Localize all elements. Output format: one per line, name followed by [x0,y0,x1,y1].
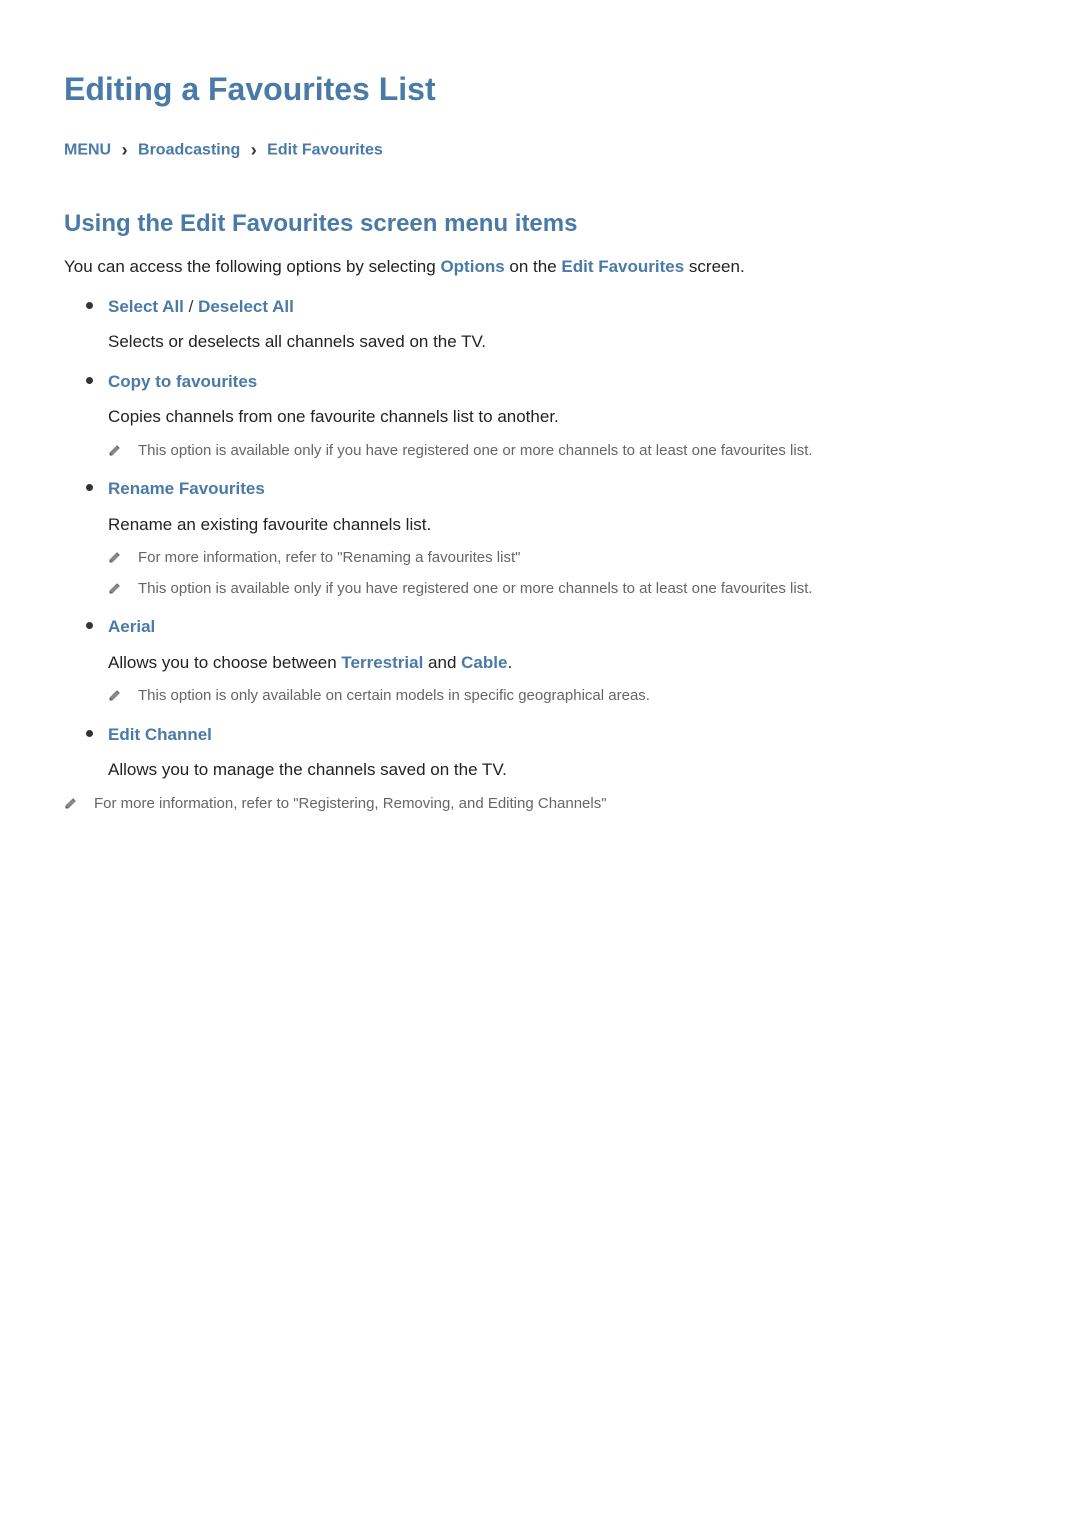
pencil-icon [108,549,122,565]
note-text: For more information, refer to "Register… [94,793,607,816]
chevron-right-icon: › [251,140,257,160]
option-description: Allows you to manage the channels saved … [108,757,1016,783]
note-text: This option is available only if you hav… [138,578,813,601]
note-row: For more information, refer to "Renaming… [108,547,1016,570]
option-description: Selects or deselects all channels saved … [108,329,1016,355]
options-highlight: Options [440,257,504,276]
note-text: For more information, refer to "Renaming… [138,547,520,570]
option-rename-favourites: Rename Favourites Rename an existing fav… [108,476,1016,600]
option-select-all: Select All / Deselect All Selects or des… [108,294,1016,355]
option-aerial: Aerial Allows you to choose between Terr… [108,614,1016,708]
page-title: Editing a Favourites List [64,65,1016,113]
pencil-icon [108,442,122,458]
terrestrial-highlight: Terrestrial [341,653,423,672]
note-row: This option is only available on certain… [108,685,1016,708]
option-title: Rename Favourites [108,476,1016,502]
option-title: Copy to favourites [108,369,1016,395]
breadcrumb: MENU › Broadcasting › Edit Favourites [64,137,1016,164]
option-description: Allows you to choose between Terrestrial… [108,650,1016,676]
breadcrumb-edit-favourites[interactable]: Edit Favourites [267,142,383,159]
pencil-icon [108,687,122,703]
note-text: This option is available only if you hav… [138,440,813,463]
edit-favourites-highlight: Edit Favourites [561,257,684,276]
option-title: Select All / Deselect All [108,294,1016,320]
pencil-icon [108,580,122,596]
cable-highlight: Cable [461,653,507,672]
breadcrumb-menu[interactable]: MENU [64,142,111,159]
option-description: Rename an existing favourite channels li… [108,512,1016,538]
note-row: This option is available only if you hav… [108,578,1016,601]
note-row: For more information, refer to "Register… [64,793,1016,816]
option-description: Copies channels from one favourite chann… [108,404,1016,430]
chevron-right-icon: › [122,140,128,160]
option-title: Edit Channel [108,722,1016,748]
option-title: Aerial [108,614,1016,640]
pencil-icon [64,795,78,811]
breadcrumb-broadcasting[interactable]: Broadcasting [138,142,240,159]
section-heading: Using the Edit Favourites screen menu it… [64,206,1016,242]
note-text: This option is only available on certain… [138,685,650,708]
option-edit-channel: Edit Channel Allows you to manage the ch… [108,722,1016,816]
option-copy-to-favourites: Copy to favourites Copies channels from … [108,369,1016,463]
options-list: Select All / Deselect All Selects or des… [64,294,1016,816]
intro-text: You can access the following options by … [64,254,1016,280]
note-row: This option is available only if you hav… [108,440,1016,463]
